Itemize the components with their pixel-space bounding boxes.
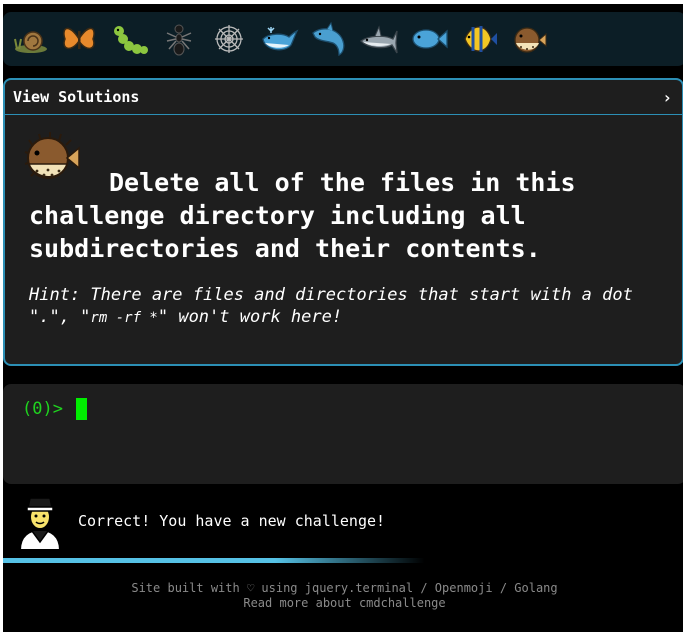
hint-text-end: " won't work here! (157, 307, 343, 327)
footer-credits[interactable]: Site built with ♡ using jquery.terminal … (3, 581, 683, 596)
solutions-panel: View Solutions › Delete all of the files… (3, 78, 683, 366)
challenge-icon-bar (3, 12, 683, 66)
terminal[interactable]: (0)> (3, 384, 683, 484)
chevron-right-icon[interactable]: › (662, 88, 672, 107)
snail-icon[interactable] (9, 19, 49, 59)
status-message: Correct! You have a new challenge! (78, 512, 386, 530)
view-solutions-title[interactable]: View Solutions (13, 88, 139, 106)
dolphin-icon[interactable] (309, 19, 349, 59)
guide-avatar-icon (15, 490, 65, 551)
whale-icon[interactable] (259, 19, 299, 59)
app-container: View Solutions › Delete all of the files… (3, 4, 683, 632)
terminal-prompt: (0)> (22, 399, 63, 419)
terminal-cursor[interactable] (76, 398, 87, 420)
challenge-hint: Hint: There are files and directories th… (29, 284, 669, 329)
view-solutions-toggle[interactable]: View Solutions › (5, 80, 682, 115)
ant-icon[interactable] (159, 19, 199, 59)
tropical-fish-icon[interactable] (459, 19, 499, 59)
fish-icon[interactable] (409, 19, 449, 59)
spider-web-icon[interactable] (209, 19, 249, 59)
caterpillar-icon[interactable] (109, 19, 149, 59)
butterfly-icon[interactable] (59, 19, 99, 59)
challenge-description: Delete all of the files in this challeng… (29, 168, 576, 263)
shark-icon[interactable] (359, 19, 399, 59)
footer: Site built with ♡ using jquery.terminal … (3, 581, 683, 611)
hint-code: rm -rf * (90, 310, 158, 326)
footer-about-link[interactable]: Read more about cmdchallenge (3, 596, 683, 611)
pufferfish-icon[interactable] (509, 19, 549, 59)
progress-bar (3, 558, 683, 563)
